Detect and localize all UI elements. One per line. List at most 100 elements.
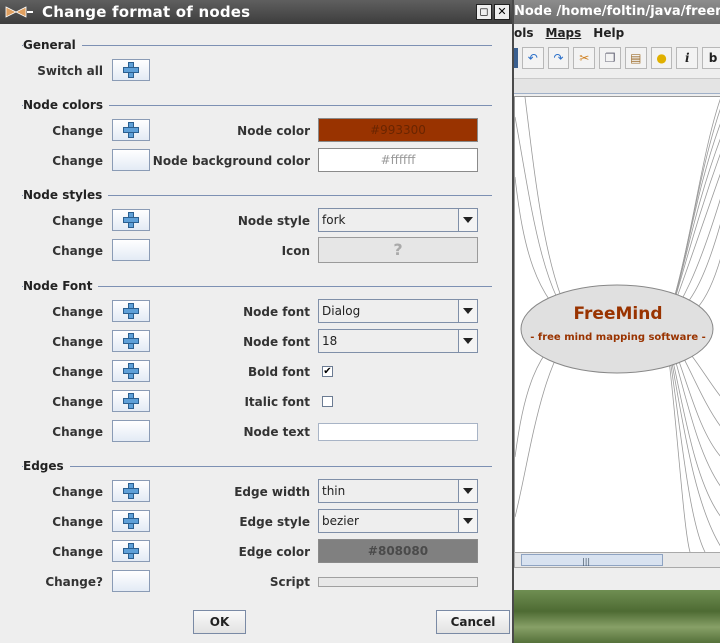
section-divider — [22, 45, 492, 46]
change-node-color-toggle[interactable] — [112, 119, 150, 141]
edge-style-label: Edge style — [239, 515, 310, 529]
bulb-icon[interactable]: ● — [650, 47, 673, 69]
main-menubar: ols Maps Help — [510, 24, 720, 42]
chevron-down-icon[interactable] — [458, 330, 477, 352]
change-script-toggle[interactable] — [112, 570, 150, 592]
node-color-button[interactable]: #993300 — [318, 118, 478, 142]
copy-icon[interactable]: ❐ — [599, 47, 621, 69]
switch-all-button[interactable] — [112, 59, 150, 81]
change-edge-color-toggle[interactable] — [112, 540, 150, 562]
edge-width-label: Edge width — [234, 485, 310, 499]
freemind-main-window: Node /home/foltin/java/freemin ols Maps … — [510, 0, 720, 590]
node-bg-color-button[interactable]: #ffffff — [318, 148, 478, 172]
plus-icon — [123, 62, 139, 78]
node-font-size-value: 18 — [322, 334, 338, 348]
change-edge-width-toggle[interactable] — [112, 480, 150, 502]
tab-strip — [510, 78, 720, 94]
icon-label: Icon — [281, 244, 310, 258]
plus-icon — [123, 303, 139, 319]
script-label: Script — [269, 575, 310, 589]
section-node-font-title: Node Font — [23, 279, 99, 293]
italic-icon[interactable]: i — [676, 47, 699, 69]
node-text-label: Node text — [243, 425, 310, 439]
root-node-title[interactable]: FreeMind — [515, 304, 720, 324]
icon-chooser-button[interactable]: ? — [318, 237, 478, 263]
plus-icon — [123, 393, 139, 409]
plus-icon — [123, 513, 139, 529]
horizontal-scrollbar[interactable]: ||| — [514, 552, 720, 568]
bold-font-label: Bold font — [247, 365, 310, 379]
change-label: Change — [52, 485, 103, 499]
node-font-value: Dialog — [322, 304, 361, 318]
change-italic-toggle[interactable] — [112, 390, 150, 412]
node-font-size-select[interactable]: 18 — [318, 329, 478, 353]
node-text-input[interactable] — [318, 423, 478, 441]
chevron-down-icon[interactable] — [458, 209, 477, 231]
redo-icon[interactable]: ↷ — [547, 47, 570, 69]
change-label: Change — [52, 154, 103, 168]
bold-icon[interactable]: b — [702, 47, 720, 69]
mindmap-canvas[interactable]: FreeMind - free mind mapping software - — [514, 96, 720, 553]
node-style-value: fork — [322, 213, 346, 227]
node-style-select[interactable]: fork — [318, 208, 478, 232]
section-node-styles-title: Node styles — [23, 188, 109, 202]
change-icon-toggle[interactable] — [112, 239, 150, 261]
dialog-titlebar[interactable]: Change format of nodes ◻ ✕ — [0, 0, 512, 24]
change-question-label: Change? — [45, 575, 103, 589]
chevron-down-icon[interactable] — [458, 480, 477, 502]
plus-icon — [123, 543, 139, 559]
menu-maps[interactable]: Maps — [546, 24, 582, 42]
plus-icon — [123, 483, 139, 499]
main-toolbar: ↶ ↷ ✂ ❐ ▤ ● i b — [510, 44, 720, 72]
undo-icon[interactable]: ↶ — [521, 47, 544, 69]
change-bold-toggle[interactable] — [112, 360, 150, 382]
change-edge-style-toggle[interactable] — [112, 510, 150, 532]
bold-font-checkbox[interactable]: ✔ — [322, 366, 333, 377]
menu-help[interactable]: Help — [593, 24, 624, 42]
edge-width-value: thin — [322, 484, 346, 498]
chevron-down-icon[interactable] — [458, 300, 477, 322]
change-node-text-toggle[interactable] — [112, 420, 150, 442]
freemind-butterfly-icon — [4, 4, 36, 20]
script-input[interactable] — [318, 577, 478, 587]
ok-button[interactable]: OK — [193, 610, 246, 634]
maximize-icon[interactable]: ◻ — [476, 4, 492, 20]
dialog-title: Change format of nodes — [42, 3, 251, 21]
change-label: Change — [52, 305, 103, 319]
section-divider — [22, 466, 492, 467]
close-icon[interactable]: ✕ — [494, 4, 510, 20]
change-label: Change — [52, 244, 103, 258]
change-label: Change — [52, 335, 103, 349]
scrollbar-thumb[interactable]: ||| — [521, 554, 663, 566]
plus-icon — [123, 363, 139, 379]
node-font-size-label: Node font — [243, 335, 310, 349]
root-node-subtitle: - free mind mapping software - — [530, 332, 706, 343]
change-node-style-toggle[interactable] — [112, 209, 150, 231]
node-font-select[interactable]: Dialog — [318, 299, 478, 323]
cut-icon[interactable]: ✂ — [573, 47, 596, 69]
chevron-down-icon[interactable] — [458, 510, 477, 532]
node-color-label: Node color — [237, 124, 310, 138]
italic-font-checkbox[interactable] — [322, 396, 333, 407]
cancel-button[interactable]: Cancel — [436, 610, 510, 634]
mindmap-edges — [515, 97, 720, 552]
status-bar — [510, 568, 720, 590]
edge-style-select[interactable]: bezier — [318, 509, 478, 533]
paste-icon[interactable]: ▤ — [624, 47, 647, 69]
edge-width-select[interactable]: thin — [318, 479, 478, 503]
node-bg-color-label: Node background color — [152, 154, 310, 168]
main-window-title: Node /home/foltin/java/freemin — [510, 0, 720, 24]
menu-tools[interactable]: ols — [514, 24, 534, 42]
switch-all-label: Switch all — [37, 64, 103, 78]
edge-style-value: bezier — [322, 514, 359, 528]
edge-color-button[interactable]: #808080 — [318, 539, 478, 563]
change-label: Change — [52, 515, 103, 529]
plus-icon — [123, 333, 139, 349]
change-font-size-toggle[interactable] — [112, 330, 150, 352]
change-node-bg-color-toggle[interactable] — [112, 149, 150, 171]
change-label: Change — [52, 425, 103, 439]
node-font-label: Node font — [243, 305, 310, 319]
plus-icon — [123, 122, 139, 138]
toolbar-icon[interactable] — [514, 48, 518, 68]
change-node-font-toggle[interactable] — [112, 300, 150, 322]
